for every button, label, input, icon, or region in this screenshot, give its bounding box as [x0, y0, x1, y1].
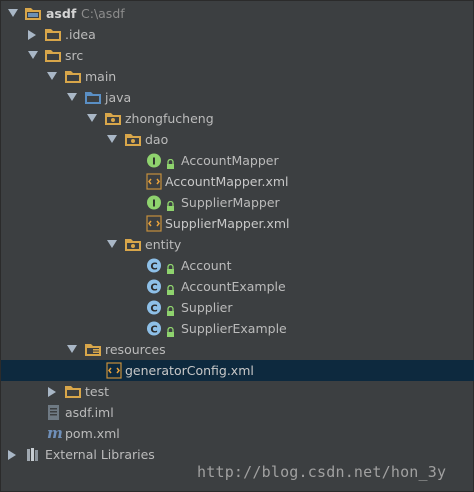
tree-item-pom[interactable]: m pom.xml — [1, 423, 474, 444]
xml-file-icon — [146, 215, 164, 232]
class-badge-letter: C — [150, 283, 157, 294]
package-icon — [124, 236, 142, 253]
tree-item-label: SupplierMapper.xml — [165, 216, 290, 231]
class-icon: C — [146, 257, 164, 274]
tree-item-label: generatorConfig.xml — [125, 363, 254, 378]
chevron-down-icon[interactable] — [8, 3, 18, 24]
watermark: http://blog.csdn.net/hon_3y — [197, 463, 447, 481]
tree-item-external-libraries[interactable]: External Libraries — [1, 444, 474, 465]
lock-icon — [166, 281, 175, 295]
xml-file-icon — [146, 173, 164, 190]
package-icon — [104, 110, 122, 127]
tree-item-project-root[interactable]: asdf C:\asdf — [1, 3, 474, 24]
folder-icon — [44, 47, 62, 64]
tree-item-label: main — [85, 69, 117, 84]
folder-icon — [44, 26, 62, 43]
class-badge-letter: C — [150, 304, 157, 315]
tree-item-label: Supplier — [181, 300, 233, 315]
tree-item-label: entity — [145, 237, 182, 252]
tree-item-label: AccountMapper.xml — [165, 174, 289, 189]
class-icon: C — [146, 278, 164, 295]
lock-icon — [166, 302, 175, 316]
chevron-down-icon[interactable] — [107, 129, 117, 150]
tree-item-account[interactable]: C Account — [1, 255, 474, 276]
tree-item-idea[interactable]: .idea — [1, 24, 474, 45]
maven-letter: m — [47, 425, 63, 442]
tree-item-supplier-mapper-xml[interactable]: SupplierMapper.xml — [1, 213, 474, 234]
module-file-icon — [46, 404, 64, 421]
chevron-down-icon[interactable] — [67, 87, 77, 108]
tree-item-label: zhongfucheng — [125, 111, 214, 126]
tree-item-supplier-example[interactable]: C SupplierExample — [1, 318, 474, 339]
tree-item-supplier-mapper[interactable]: I SupplierMapper — [1, 192, 474, 213]
source-folder-icon — [84, 89, 102, 106]
class-icon: C — [146, 320, 164, 337]
tree-item-account-mapper-xml[interactable]: AccountMapper.xml — [1, 171, 474, 192]
folder-icon — [64, 383, 82, 400]
chevron-down-icon[interactable] — [67, 339, 77, 360]
tree-item-label: asdf.iml — [65, 405, 114, 420]
package-icon — [124, 131, 142, 148]
tree-item-main[interactable]: main — [1, 66, 474, 87]
folder-icon — [64, 68, 82, 85]
tree-item-label: AccountMapper — [181, 153, 279, 168]
class-icon: C — [146, 299, 164, 316]
tree-item-account-mapper[interactable]: I AccountMapper — [1, 150, 474, 171]
chevron-down-icon[interactable] — [47, 66, 57, 87]
tree-item-label: src — [65, 48, 84, 63]
project-tree-panel: asdf C:\asdf .idea src main java zhongfu… — [0, 0, 474, 492]
chevron-down-icon[interactable] — [28, 45, 38, 66]
tree-item-label: pom.xml — [65, 426, 120, 441]
interface-icon: I — [146, 194, 164, 211]
tree-item-label: SupplierExample — [181, 321, 287, 336]
tree-item-label: AccountExample — [181, 279, 286, 294]
tree-item-iml[interactable]: asdf.iml — [1, 402, 474, 423]
tree-item-src[interactable]: src — [1, 45, 474, 66]
libraries-icon — [25, 446, 43, 463]
tree-item-label: dao — [145, 132, 169, 147]
chevron-down-icon[interactable] — [107, 234, 117, 255]
tree-item-resources[interactable]: resources — [1, 339, 474, 360]
lock-icon — [166, 197, 175, 211]
interface-badge-letter: I — [152, 199, 156, 210]
project-name: asdf — [46, 6, 77, 21]
lock-icon — [166, 155, 175, 169]
tree-item-label: resources — [105, 342, 166, 357]
tree-item-entity[interactable]: entity — [1, 234, 474, 255]
tree-item-test[interactable]: test — [1, 381, 474, 402]
tree-item-java[interactable]: java — [1, 87, 474, 108]
tree-item-label: .idea — [65, 27, 96, 42]
tree-item-package[interactable]: zhongfucheng — [1, 108, 474, 129]
chevron-down-icon[interactable] — [87, 108, 97, 129]
tree-item-generator-config[interactable]: generatorConfig.xml — [1, 360, 474, 381]
class-badge-letter: C — [150, 262, 157, 273]
chevron-right-icon[interactable] — [28, 24, 38, 45]
tree-item-label: SupplierMapper — [181, 195, 280, 210]
resources-folder-icon — [84, 341, 102, 358]
lock-icon — [166, 323, 175, 337]
tree-item-label: Account — [181, 258, 232, 273]
lock-icon — [166, 260, 175, 274]
project-path: C:\asdf — [81, 6, 125, 21]
tree-item-label: java — [105, 90, 132, 105]
maven-icon: m — [46, 425, 64, 442]
interface-icon: I — [146, 152, 164, 169]
project-folder-icon — [24, 5, 42, 22]
tree-item-label: External Libraries — [45, 447, 155, 462]
xml-file-icon — [106, 362, 124, 379]
tree-item-account-example[interactable]: C AccountExample — [1, 276, 474, 297]
class-badge-letter: C — [150, 325, 157, 336]
tree-item-dao[interactable]: dao — [1, 129, 474, 150]
chevron-right-icon[interactable] — [48, 381, 58, 402]
tree-item-label: test — [85, 384, 110, 399]
tree-item-supplier[interactable]: C Supplier — [1, 297, 474, 318]
chevron-right-icon[interactable] — [8, 444, 18, 465]
interface-badge-letter: I — [152, 157, 156, 168]
